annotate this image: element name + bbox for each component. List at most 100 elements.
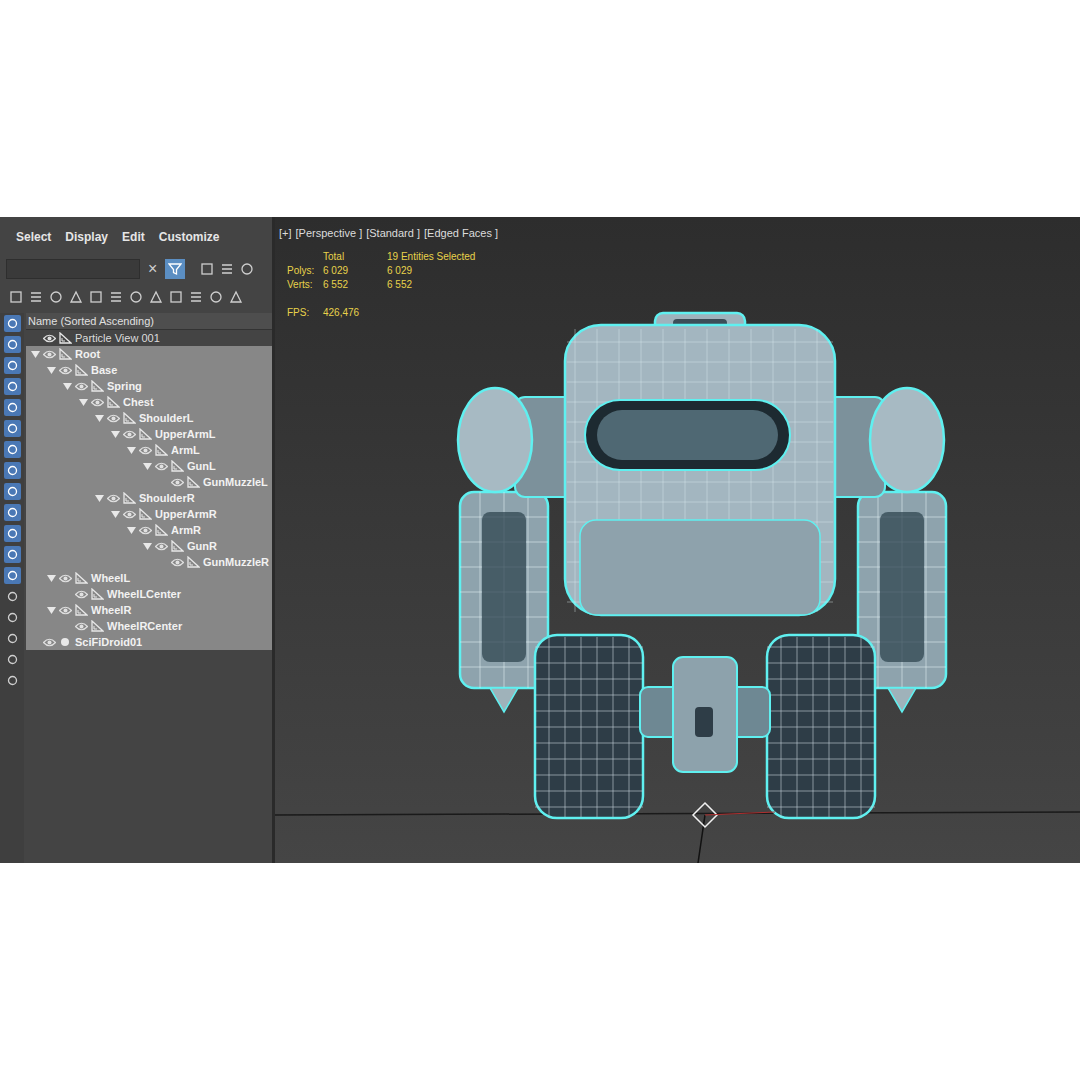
side-tool-button[interactable] (4, 315, 21, 332)
toolbar-tool-icon[interactable] (128, 289, 144, 305)
eye-icon[interactable] (91, 398, 104, 407)
tree-row[interactable]: ShoulderL (26, 410, 272, 426)
eye-icon[interactable] (75, 590, 88, 599)
robot-model-viewport-drawing[interactable] (275, 217, 1080, 863)
toolbar-tool-icon[interactable] (208, 289, 224, 305)
eye-icon[interactable] (59, 606, 72, 615)
perspective-viewport[interactable]: [+] [Perspective ][Standard ][Edged Faces… (275, 217, 1080, 863)
toolbar-tool-icon[interactable] (168, 289, 184, 305)
eye-icon[interactable] (123, 430, 136, 439)
tree-row[interactable]: SciFiDroid01 (26, 634, 272, 650)
expand-arrow-icon[interactable] (124, 523, 138, 537)
toolbar-tool-icon[interactable] (28, 289, 44, 305)
side-tool-button[interactable] (4, 588, 21, 605)
tree-row[interactable]: UpperArmR (26, 506, 272, 522)
side-tool-button[interactable] (4, 483, 21, 500)
side-tool-button[interactable] (4, 525, 21, 542)
eye-icon[interactable] (139, 446, 152, 455)
tree-row[interactable]: WheelLCenter (26, 586, 272, 602)
expand-arrow-icon[interactable] (76, 395, 90, 409)
side-tool-button[interactable] (4, 336, 21, 353)
tree-row[interactable]: Chest (26, 394, 272, 410)
menu-item[interactable]: Customize (159, 228, 220, 246)
tree-row[interactable]: WheelR (26, 602, 272, 618)
side-tool-button[interactable] (4, 378, 21, 395)
eye-icon[interactable] (43, 350, 56, 359)
viewport-label[interactable]: [+] (279, 225, 292, 242)
eye-icon[interactable] (155, 542, 168, 551)
tree-row[interactable]: Particle View 001 (26, 330, 272, 346)
toolbar-tool-icon[interactable] (148, 289, 164, 305)
expand-arrow-icon[interactable] (28, 347, 42, 361)
toolbar-tool-icon[interactable] (108, 289, 124, 305)
tree-row[interactable]: ArmR (26, 522, 272, 538)
eye-icon[interactable] (75, 622, 88, 631)
expand-arrow-icon[interactable] (44, 571, 58, 585)
filter-button[interactable] (165, 259, 185, 279)
viewport-label[interactable]: [Edged Faces ] (424, 225, 498, 242)
side-tool-button[interactable] (4, 399, 21, 416)
expand-arrow-icon[interactable] (44, 363, 58, 377)
eye-icon[interactable] (59, 574, 72, 583)
expand-arrow-icon[interactable] (60, 379, 74, 393)
tree-row[interactable]: WheelRCenter (26, 618, 272, 634)
side-tool-button[interactable] (4, 462, 21, 479)
eye-icon[interactable] (59, 366, 72, 375)
toolbar-tool-icon[interactable] (219, 261, 235, 277)
eye-icon[interactable] (155, 462, 168, 471)
side-tool-button[interactable] (4, 567, 21, 584)
expand-arrow-icon[interactable] (108, 427, 122, 441)
eye-icon[interactable] (107, 414, 120, 423)
expand-arrow-icon[interactable] (44, 603, 58, 617)
expand-arrow-icon[interactable] (140, 539, 154, 553)
menu-item[interactable]: Select (16, 228, 51, 246)
tree-row[interactable]: Base (26, 362, 272, 378)
viewport-label[interactable]: [Standard ] (366, 225, 420, 242)
expand-arrow-icon[interactable] (124, 443, 138, 457)
eye-icon[interactable] (75, 382, 88, 391)
tree-row[interactable]: GunMuzzleL (26, 474, 272, 490)
expand-arrow-icon[interactable] (140, 459, 154, 473)
toolbar-tool-icon[interactable] (228, 289, 244, 305)
eye-icon[interactable] (43, 638, 56, 647)
eye-icon[interactable] (107, 494, 120, 503)
side-tool-button[interactable] (4, 441, 21, 458)
toolbar-tool-icon[interactable] (8, 289, 24, 305)
viewport-label[interactable]: [Perspective ] (296, 225, 363, 242)
tree-row[interactable]: Spring (26, 378, 272, 394)
side-tool-button[interactable] (4, 546, 21, 563)
search-field[interactable] (6, 259, 140, 279)
expand-arrow-icon[interactable] (92, 411, 106, 425)
tree-row[interactable]: WheelL (26, 570, 272, 586)
tree-row[interactable]: ShoulderR (26, 490, 272, 506)
toolbar-tool-icon[interactable] (88, 289, 104, 305)
expand-arrow-icon[interactable] (92, 491, 106, 505)
toolbar-tool-icon[interactable] (68, 289, 84, 305)
tree-row[interactable]: GunL (26, 458, 272, 474)
side-tool-button[interactable] (4, 672, 21, 689)
eye-icon[interactable] (43, 334, 56, 343)
tree-row[interactable]: UpperArmL (26, 426, 272, 442)
tree-row[interactable]: Root (26, 346, 272, 362)
column-header[interactable]: Name (Sorted Ascending) (26, 313, 272, 330)
eye-icon[interactable] (171, 558, 184, 567)
eye-icon[interactable] (171, 478, 184, 487)
toolbar-tool-icon[interactable] (48, 289, 64, 305)
clear-button[interactable]: × (144, 257, 161, 281)
eye-icon[interactable] (139, 526, 152, 535)
toolbar-tool-icon[interactable] (239, 261, 255, 277)
menu-item[interactable]: Edit (122, 228, 145, 246)
tree-row[interactable]: ArmL (26, 442, 272, 458)
menu-item[interactable]: Display (65, 228, 108, 246)
toolbar-tool-icon[interactable] (199, 261, 215, 277)
side-tool-button[interactable] (4, 420, 21, 437)
toolbar-tool-icon[interactable] (188, 289, 204, 305)
side-tool-button[interactable] (4, 504, 21, 521)
side-tool-button[interactable] (4, 357, 21, 374)
side-tool-button[interactable] (4, 609, 21, 626)
tree-row[interactable]: GunMuzzleR (26, 554, 272, 570)
side-tool-button[interactable] (4, 630, 21, 647)
expand-arrow-icon[interactable] (108, 507, 122, 521)
tree-row[interactable]: GunR (26, 538, 272, 554)
eye-icon[interactable] (123, 510, 136, 519)
